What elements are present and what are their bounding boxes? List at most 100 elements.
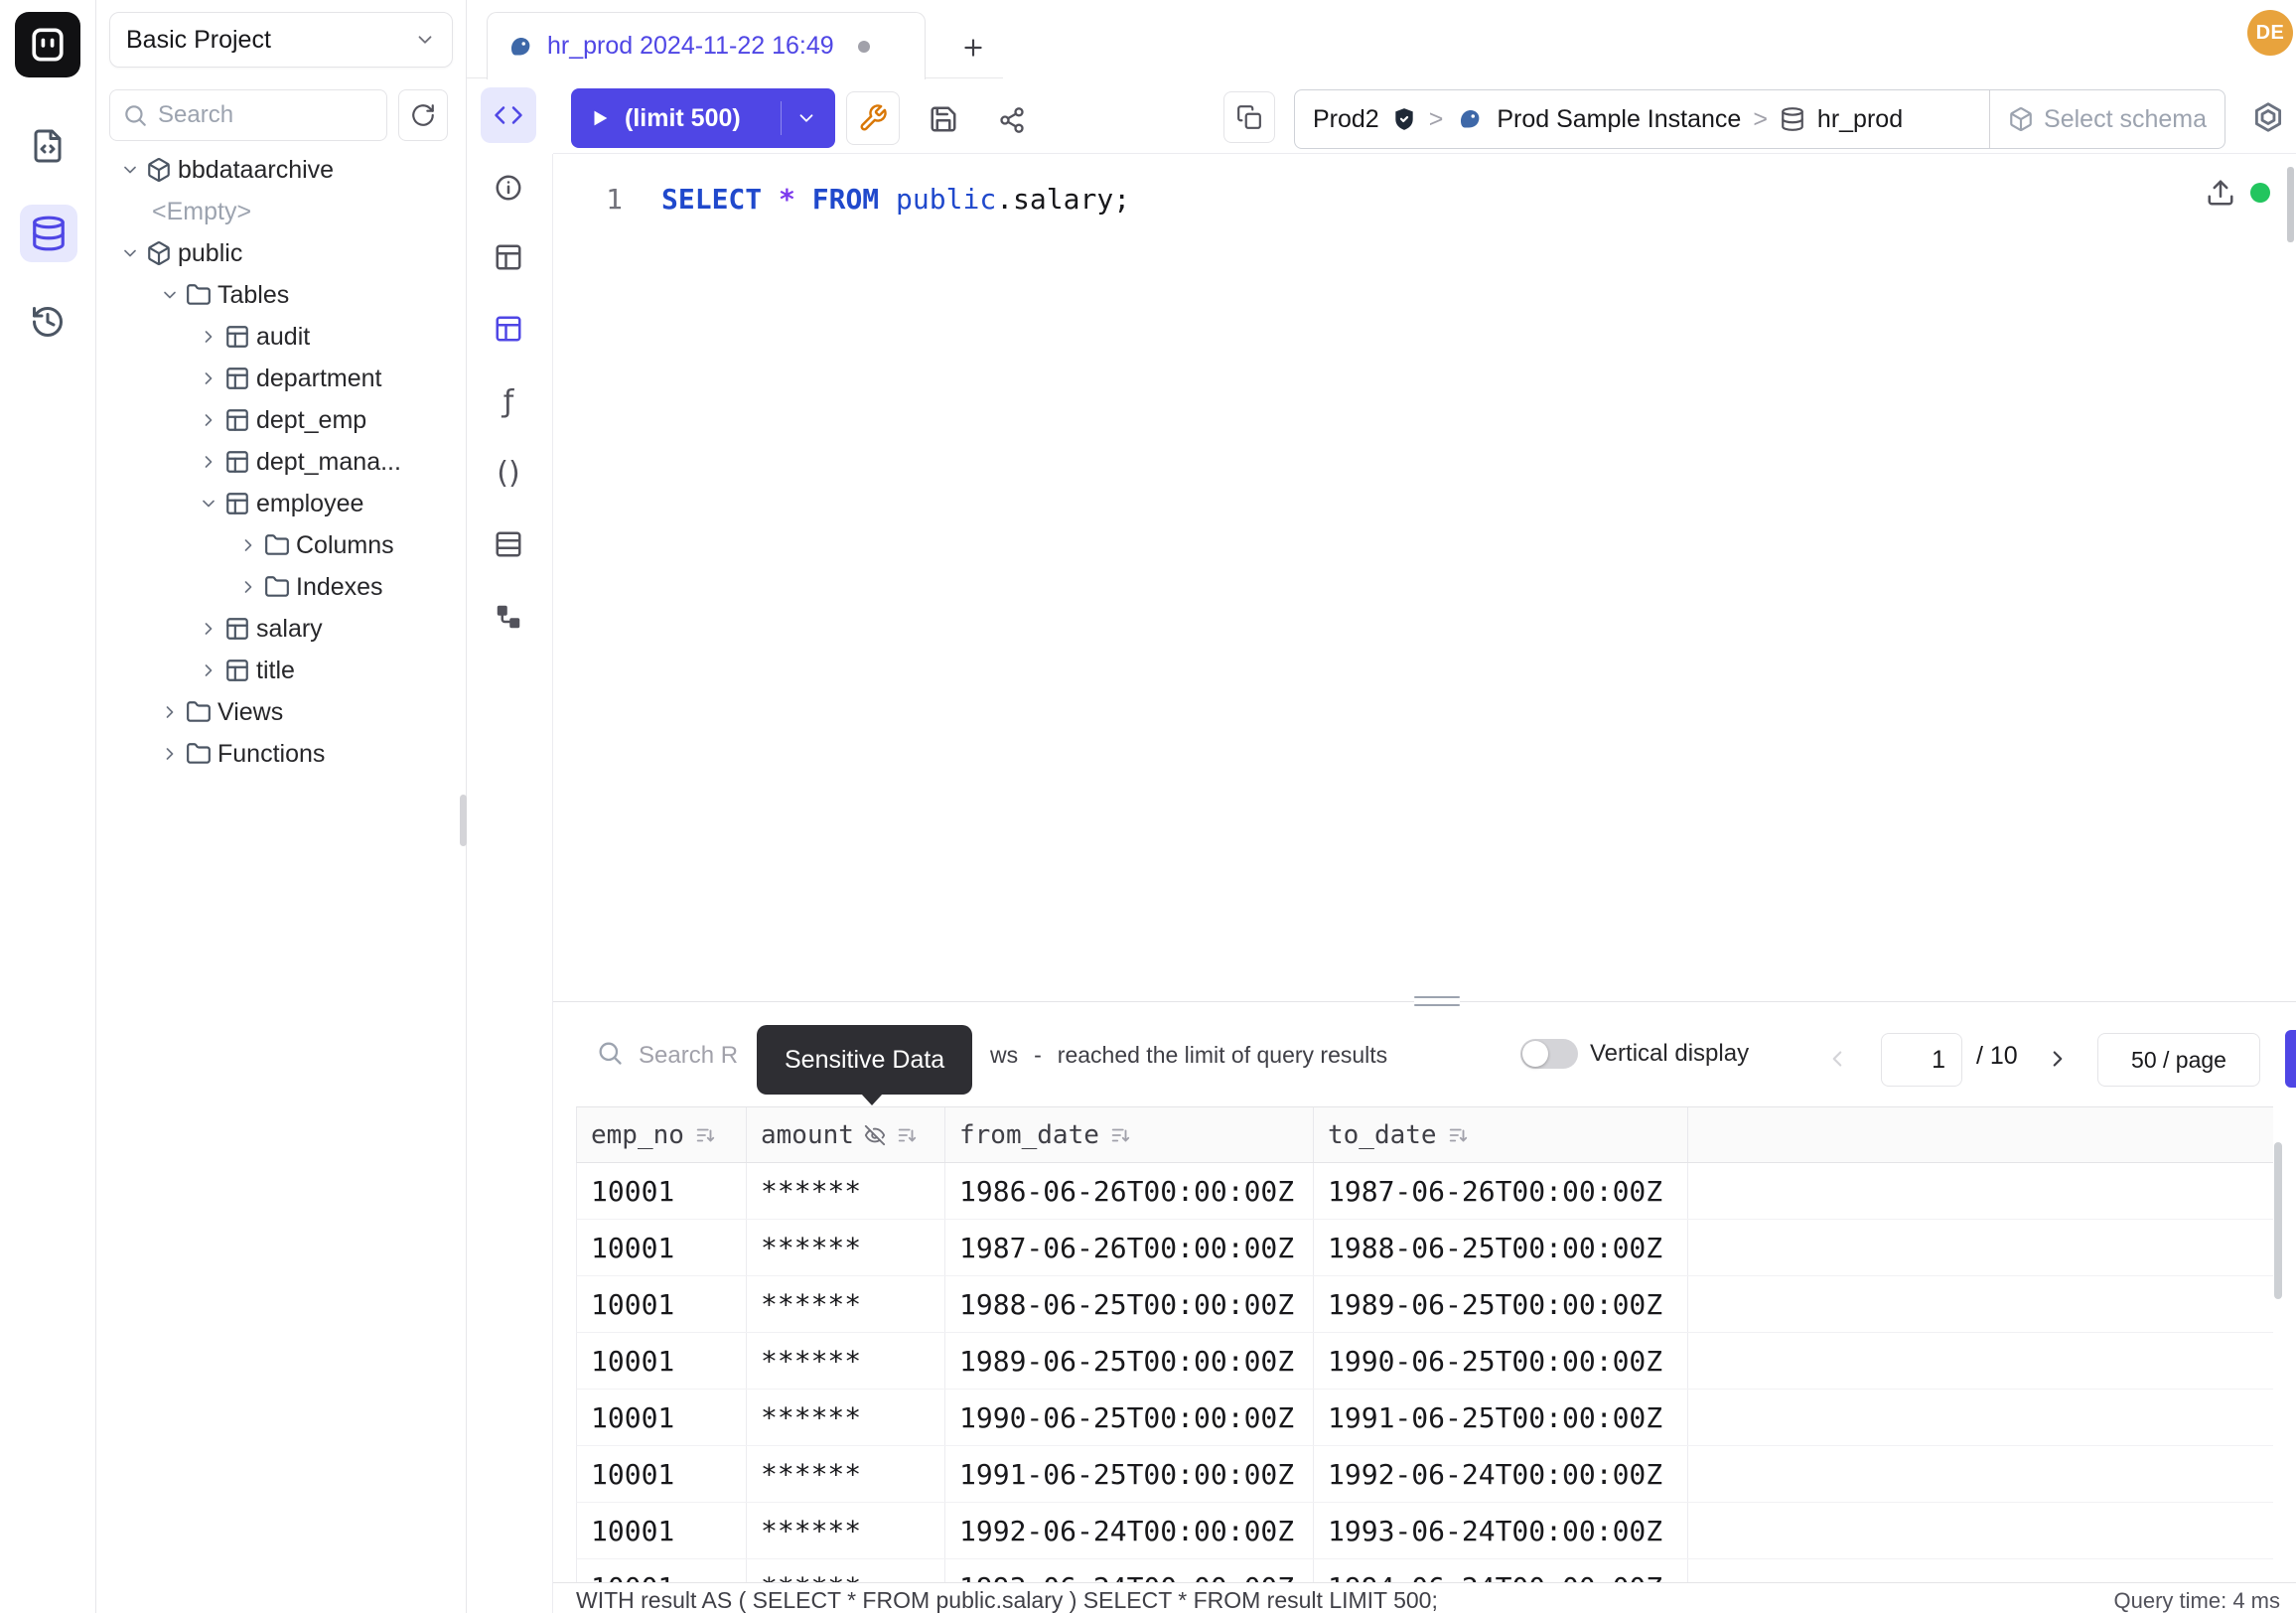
page-number-input[interactable]: 1 bbox=[1881, 1033, 1962, 1087]
editor-scrollbar[interactable] bbox=[2287, 167, 2294, 242]
caret-right-icon[interactable] bbox=[199, 452, 218, 472]
result-cell[interactable]: 10001 bbox=[577, 1446, 747, 1502]
result-cell[interactable]: 1988-06-25T00:00:00Z bbox=[945, 1276, 1314, 1332]
result-cell[interactable]: 1989-06-25T00:00:00Z bbox=[945, 1333, 1314, 1389]
sql-file-nav-icon[interactable] bbox=[24, 122, 72, 170]
caret-right-icon[interactable] bbox=[238, 577, 258, 597]
tree-item-department[interactable]: department bbox=[96, 358, 466, 399]
splitter-grip[interactable] bbox=[1414, 993, 1460, 1009]
result-row[interactable]: 10001******1992-06-24T00:00:00Z1993-06-2… bbox=[576, 1503, 2273, 1559]
sort-icon[interactable] bbox=[694, 1124, 716, 1146]
page-size-select[interactable]: 50 / page bbox=[2097, 1033, 2260, 1087]
info-icon[interactable] bbox=[481, 160, 536, 216]
result-cell[interactable]: 10001 bbox=[577, 1163, 747, 1219]
result-cell[interactable]: 10001 bbox=[577, 1333, 747, 1389]
caret-down-icon[interactable] bbox=[120, 243, 140, 263]
result-cell[interactable]: 1991-06-25T00:00:00Z bbox=[1314, 1390, 1688, 1445]
project-selector[interactable]: Basic Project bbox=[109, 12, 453, 68]
result-row[interactable]: 10001******1986-06-26T00:00:00Z1987-06-2… bbox=[576, 1163, 2273, 1220]
result-cell[interactable]: 10001 bbox=[577, 1220, 747, 1275]
result-cell[interactable]: ****** bbox=[747, 1559, 945, 1582]
sidebar-search[interactable] bbox=[109, 89, 387, 141]
sql-code-line[interactable]: SELECT * FROM public.salary; bbox=[661, 183, 1130, 216]
result-cell[interactable]: 1988-06-25T00:00:00Z bbox=[1314, 1220, 1688, 1275]
caret-down-icon[interactable] bbox=[120, 160, 140, 180]
sort-icon[interactable] bbox=[1109, 1124, 1131, 1146]
new-tab-button[interactable] bbox=[951, 26, 995, 70]
bytebase-logo[interactable] bbox=[15, 12, 80, 77]
result-row[interactable]: 10001******1988-06-25T00:00:00Z1989-06-2… bbox=[576, 1276, 2273, 1333]
chevron-down-icon[interactable] bbox=[795, 107, 817, 129]
caret-down-icon[interactable] bbox=[199, 494, 218, 513]
external-tables-icon[interactable] bbox=[481, 516, 536, 572]
refresh-schema-button[interactable] bbox=[398, 89, 448, 141]
result-cell[interactable]: 1987-06-26T00:00:00Z bbox=[1314, 1163, 1688, 1219]
upload-icon[interactable] bbox=[2203, 175, 2238, 211]
schema-selector[interactable]: Select schema bbox=[1989, 90, 2224, 148]
caret-right-icon[interactable] bbox=[199, 327, 218, 347]
caret-right-icon[interactable] bbox=[199, 368, 218, 388]
result-cell[interactable]: 1986-06-26T00:00:00Z bbox=[945, 1163, 1314, 1219]
result-cell[interactable]: 1990-06-25T00:00:00Z bbox=[945, 1390, 1314, 1445]
result-cell[interactable]: 10001 bbox=[577, 1559, 747, 1582]
tree-item-functions[interactable]: Functions bbox=[96, 733, 466, 775]
column-header-to_date[interactable]: to_date bbox=[1314, 1107, 1688, 1162]
tree-item-public[interactable]: public bbox=[96, 232, 466, 274]
caret-right-icon[interactable] bbox=[199, 410, 218, 430]
data-tables-icon[interactable] bbox=[481, 301, 536, 357]
save-sheet-button[interactable] bbox=[922, 97, 965, 141]
user-avatar[interactable]: DE bbox=[2247, 10, 2293, 56]
functions-panel-icon[interactable]: ƒ bbox=[481, 373, 536, 429]
result-cell[interactable]: ****** bbox=[747, 1503, 945, 1558]
worksheet-editor-icon[interactable] bbox=[481, 87, 536, 143]
schema-diagram-icon[interactable] bbox=[481, 589, 536, 645]
worksheet-tab[interactable]: hr_prod 2024-11-22 16:49 bbox=[487, 12, 926, 79]
result-row[interactable]: 10001******1993-06-24T00:00:00Z1994-06-2… bbox=[576, 1559, 2273, 1582]
tree-item-views[interactable]: Views bbox=[96, 691, 466, 733]
result-cell[interactable]: ****** bbox=[747, 1220, 945, 1275]
tree-item-empty[interactable]: <Empty> bbox=[96, 191, 466, 232]
result-cell[interactable]: ****** bbox=[747, 1276, 945, 1332]
result-cell[interactable]: 10001 bbox=[577, 1276, 747, 1332]
caret-right-icon[interactable] bbox=[160, 702, 180, 722]
result-cell[interactable]: 1990-06-25T00:00:00Z bbox=[1314, 1333, 1688, 1389]
vertical-display-toggle[interactable] bbox=[1520, 1039, 1578, 1069]
result-cell[interactable]: ****** bbox=[747, 1163, 945, 1219]
tables-panel-icon[interactable] bbox=[481, 229, 536, 285]
tree-item-columns[interactable]: Columns bbox=[96, 524, 466, 566]
result-row[interactable]: 10001******1987-06-26T00:00:00Z1988-06-2… bbox=[576, 1220, 2273, 1276]
run-query-button[interactable]: (limit 500) bbox=[571, 88, 835, 148]
connection-breadcrumb[interactable]: Prod2 > Prod Sample Instance > hr_prod S… bbox=[1294, 89, 2225, 149]
tree-item-tables[interactable]: Tables bbox=[96, 274, 466, 316]
sidebar-search-input[interactable] bbox=[158, 101, 357, 129]
tree-item-title[interactable]: title bbox=[96, 650, 466, 691]
result-cell[interactable]: ****** bbox=[747, 1446, 945, 1502]
result-cell[interactable]: 1987-06-26T00:00:00Z bbox=[945, 1220, 1314, 1275]
result-cell[interactable]: 1989-06-25T00:00:00Z bbox=[1314, 1276, 1688, 1332]
tree-item-dept-mana[interactable]: dept_mana... bbox=[96, 441, 466, 483]
caret-down-icon[interactable] bbox=[160, 285, 180, 305]
eye-off-icon[interactable] bbox=[864, 1124, 886, 1146]
result-cell[interactable]: 1991-06-25T00:00:00Z bbox=[945, 1446, 1314, 1502]
column-header-from_date[interactable]: from_date bbox=[945, 1107, 1314, 1162]
result-row[interactable]: 10001******1991-06-25T00:00:00Z1992-06-2… bbox=[576, 1446, 2273, 1503]
result-cell[interactable]: ****** bbox=[747, 1390, 945, 1445]
results-drawer-button[interactable] bbox=[2285, 1030, 2296, 1088]
ai-assistant-icon[interactable] bbox=[2244, 93, 2292, 141]
results-scrollbar[interactable] bbox=[2274, 1142, 2282, 1299]
result-row[interactable]: 10001******1990-06-25T00:00:00Z1991-06-2… bbox=[576, 1390, 2273, 1446]
tree-item-audit[interactable]: audit bbox=[96, 316, 466, 358]
result-cell[interactable]: 1992-06-24T00:00:00Z bbox=[945, 1503, 1314, 1558]
column-header-amount[interactable]: amount bbox=[747, 1107, 945, 1162]
tree-item-indexes[interactable]: Indexes bbox=[96, 566, 466, 608]
result-cell[interactable]: 1993-06-24T00:00:00Z bbox=[1314, 1503, 1688, 1558]
procedures-panel-icon[interactable]: () bbox=[481, 445, 536, 501]
next-page-button[interactable] bbox=[2034, 1035, 2081, 1083]
result-row[interactable]: 10001******1989-06-25T00:00:00Z1990-06-2… bbox=[576, 1333, 2273, 1390]
prev-page-button[interactable] bbox=[1813, 1035, 1861, 1083]
history-nav-icon[interactable] bbox=[24, 298, 72, 346]
tree-item-dept-emp[interactable]: dept_emp bbox=[96, 399, 466, 441]
tree-item-bbdataarchive[interactable]: bbdataarchive bbox=[96, 149, 466, 191]
result-cell[interactable]: 1993-06-24T00:00:00Z bbox=[945, 1559, 1314, 1582]
sort-icon[interactable] bbox=[896, 1124, 918, 1146]
